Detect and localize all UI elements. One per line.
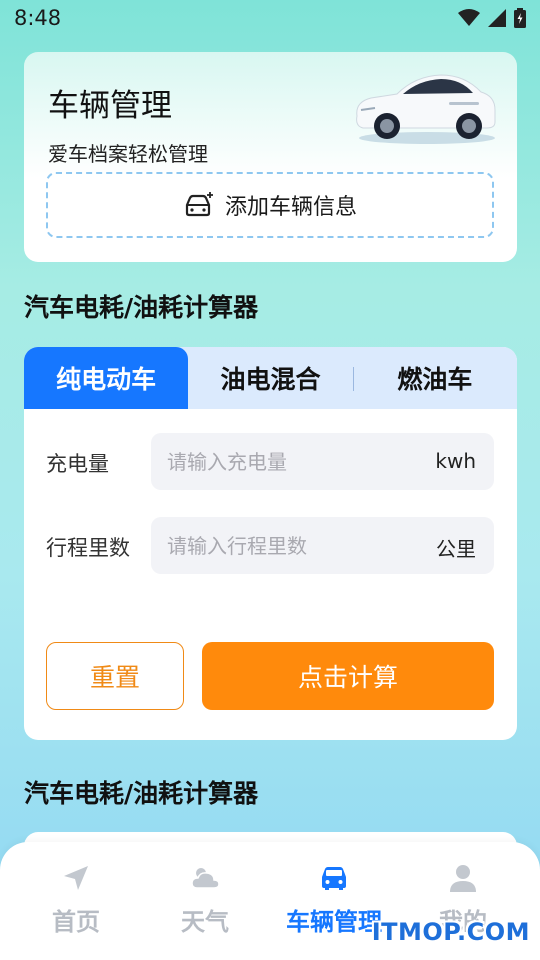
calculate-button[interactable]: 点击计算 [202,642,494,710]
car-add-icon [185,192,213,217]
add-vehicle-button[interactable]: 添加车辆信息 [46,172,494,238]
status-icons [458,8,526,28]
nav-item-weather[interactable]: 天气 [140,862,270,937]
charge-amount-unit: kwh [435,449,476,473]
page-subtitle: 爱车档案轻松管理 [48,142,208,166]
car-icon [322,867,346,890]
consumption-calculator-card: 纯电动车 油电混合 燃油车 充电量 kwh 行程里数 公里 重置 点击计算 [24,347,517,740]
tab-divider [353,367,354,391]
nav-label-weather: 天气 [181,908,229,936]
reset-button[interactable]: 重置 [46,642,184,710]
trip-distance-field: 公里 [151,517,494,574]
tab-hybrid[interactable]: 油电混合 [188,347,352,409]
page-title: 车辆管理 [48,88,172,124]
tab-fuel[interactable]: 燃油车 [353,347,517,409]
cloud-sun-icon [191,868,220,889]
trip-distance-label: 行程里数 [46,536,130,560]
nav-label-home: 首页 [52,908,100,936]
trip-distance-unit: 公里 [436,537,476,561]
nav-item-home[interactable]: 首页 [11,862,141,937]
vehicle-header-card: 车辆管理 爱车档案轻松管理 添加车辆信息 [24,52,517,262]
charge-amount-field: kwh [151,433,494,490]
user-icon [450,865,476,892]
charge-amount-input[interactable] [151,433,411,490]
calculator-section-title: 汽车电耗/油耗计算器 [24,293,259,322]
status-bar: 8:48 [0,0,540,38]
nav-label-vehicle: 车辆管理 [286,908,382,936]
status-time: 8:48 [14,6,62,30]
navigation-arrow-icon [64,866,88,890]
wifi-icon [458,9,480,26]
cell-signal-icon [488,9,506,27]
battery-icon [514,8,526,28]
charge-amount-label: 充电量 [46,452,109,476]
add-vehicle-label: 添加车辆信息 [224,195,357,220]
watermark: ITMOP.COM [371,918,530,946]
car-illustration-icon [356,74,496,144]
calculator-section-title-2: 汽车电耗/油耗计算器 [24,779,259,808]
tab-electric[interactable]: 纯电动车 [24,347,189,409]
trip-distance-input[interactable] [151,517,411,574]
vehicle-type-tabs: 纯电动车 油电混合 燃油车 [24,347,517,409]
